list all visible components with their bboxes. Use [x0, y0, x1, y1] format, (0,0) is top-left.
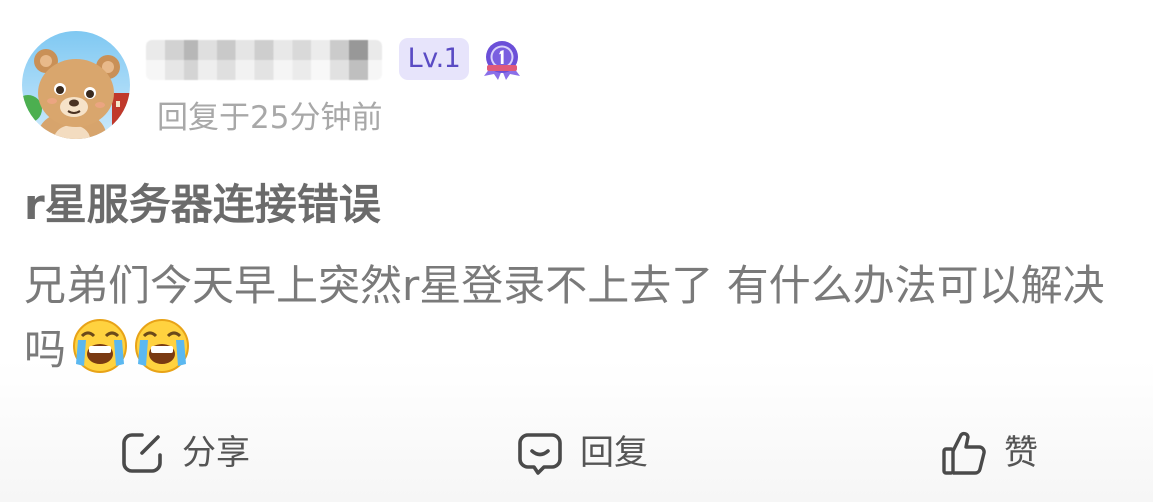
reply-time: 回复于25分钟前: [157, 100, 383, 136]
share-edit-icon: [118, 429, 166, 477]
post-title: r星服务器连接错误: [24, 180, 381, 229]
share-button[interactable]: 分享: [118, 425, 250, 481]
comment-card: Lv.1 回复于25分钟前 r星服务器连接错误 兄弟们今天早上突然r星登录不上去…: [0, 0, 1153, 502]
post-body: 兄弟们今天早上突然r星登录不上去了 有什么办法可以解决吗: [24, 254, 1124, 382]
comment-bubble-icon: [516, 429, 564, 477]
reply-button[interactable]: 回复: [516, 425, 648, 481]
crying-face-icon: [134, 318, 190, 374]
crying-face-icon: [72, 318, 128, 374]
like-label: 赞: [1004, 433, 1038, 473]
like-button[interactable]: 赞: [940, 425, 1038, 481]
thumbs-up-icon: [940, 429, 988, 477]
share-label: 分享: [182, 433, 250, 473]
username-blurred[interactable]: [146, 40, 382, 80]
rank-medal-icon: [480, 38, 524, 80]
level-badge: Lv.1: [399, 38, 469, 80]
bear-avatar-icon: [22, 31, 130, 139]
avatar[interactable]: [22, 31, 130, 139]
reply-label: 回复: [580, 433, 648, 473]
